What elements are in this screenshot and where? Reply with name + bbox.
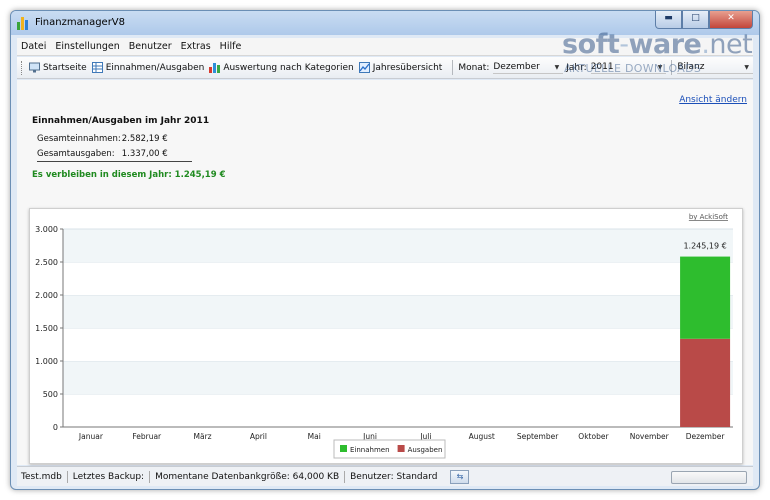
month-select[interactable]: Dezember ▼ xyxy=(493,61,564,74)
menu-einstellungen[interactable]: Einstellungen xyxy=(55,41,119,52)
x-tick-label: März xyxy=(194,432,212,441)
maximize-button[interactable]: □ xyxy=(682,11,709,29)
x-tick-label: Mai xyxy=(308,432,321,441)
income-value: 2.582,19 € xyxy=(121,134,168,144)
window-title: FinanzmanagerV8 xyxy=(35,17,126,28)
bar-einnahmen xyxy=(680,256,731,339)
remaining-balance: Es verbleiben in diesem Jahr: 1.245,19 € xyxy=(32,170,226,180)
balance-chart: 3.000 2.500 2.000 1.500 1.000 500 0 Januar Febru… xyxy=(35,213,733,459)
x-tick-label: Februar xyxy=(132,432,162,441)
chart-credit: by AckiSoft xyxy=(689,213,728,221)
y-tick-label: 3.000 xyxy=(35,225,58,234)
chevron-down-icon: ▼ xyxy=(554,63,560,71)
category-evaluation-button[interactable]: Auswertung nach Kategorien xyxy=(209,62,354,73)
legend-swatch xyxy=(340,445,347,452)
app-window: FinanzmanagerV8 ▬ □ ✕ Datei Einstellunge… xyxy=(10,10,760,490)
x-tick-label: August xyxy=(469,432,495,441)
toolbar-grip[interactable] xyxy=(21,60,24,75)
summary-title: Einnahmen/Ausgaben im Jahr 2011 xyxy=(32,116,210,126)
grid-band xyxy=(63,295,733,328)
month-label: Monat: xyxy=(458,62,490,73)
line-chart-icon xyxy=(358,62,370,73)
chevron-down-icon: ▼ xyxy=(744,63,749,71)
close-button[interactable]: ✕ xyxy=(709,11,753,29)
status-backup: Letztes Backup: xyxy=(68,470,151,483)
year-overview-button[interactable]: Jahresübersicht xyxy=(358,62,443,73)
expense-row: Gesamtausgaben: 1.337,00 € xyxy=(37,149,168,159)
minimize-button[interactable]: ▬ xyxy=(655,11,682,29)
y-tick-label: 2.500 xyxy=(35,258,58,267)
grid-band xyxy=(63,394,733,427)
y-tick-label: 500 xyxy=(43,390,58,399)
status-progress-bar xyxy=(671,471,747,484)
menu-datei[interactable]: Datei xyxy=(21,41,46,52)
month-select-value: Dezember xyxy=(493,62,540,72)
grid-band xyxy=(63,229,733,262)
data-label: 1.245,19 € xyxy=(683,242,726,251)
menu-extras[interactable]: Extras xyxy=(181,41,211,52)
main-content: Ansicht ändern Einnahmen/Ausgaben im Jah… xyxy=(17,80,753,465)
x-tick-label: Oktober xyxy=(578,432,609,441)
status-bar: Test.mdb Letztes Backup: Momentane Daten… xyxy=(17,466,753,486)
x-tick-label: April xyxy=(250,432,267,441)
y-tick-label: 1.000 xyxy=(35,357,58,366)
grid-band xyxy=(63,361,733,394)
expense-label: Gesamtausgaben: xyxy=(37,149,115,159)
menu-benutzer[interactable]: Benutzer xyxy=(129,41,172,52)
monitor-icon xyxy=(28,62,40,73)
legend-label: Einnahmen xyxy=(350,446,390,454)
menu-hilfe[interactable]: Hilfe xyxy=(220,41,242,52)
x-tick-label: Januar xyxy=(78,432,104,441)
year-overview-label: Jahresübersicht xyxy=(372,62,443,73)
income-label: Gesamteinnahmen: xyxy=(37,134,121,144)
table-icon xyxy=(91,62,103,73)
start-button[interactable]: Startseite xyxy=(28,62,87,73)
status-file: Test.mdb xyxy=(21,470,68,483)
grid-band xyxy=(63,328,733,361)
y-tick-label: 0 xyxy=(53,423,58,432)
expense-value: 1.337,00 € xyxy=(121,149,168,159)
y-tick-label: 1.500 xyxy=(35,324,58,333)
status-db-size: Momentane Datenbankgröße: 64,000 KB xyxy=(150,470,346,483)
status-user: Benutzer: Standard xyxy=(350,471,438,482)
watermark-logo: soft-ware.net AKTUELLE DOWNLOADS xyxy=(562,29,753,75)
income-expense-button[interactable]: Einnahmen/Ausgaben xyxy=(91,62,205,73)
income-row: Gesamteinnahmen: 2.582,19 € xyxy=(37,134,168,144)
x-tick-label: September xyxy=(517,432,559,441)
chart-panel: 3.000 2.500 2.000 1.500 1.000 500 0 Januar Febru… xyxy=(29,208,743,464)
legend-label: Ausgaben xyxy=(408,446,443,454)
user-switch-button[interactable]: ⇆ xyxy=(450,469,470,484)
grid-band xyxy=(63,262,733,295)
app-icon xyxy=(17,17,29,30)
x-tick-label: Dezember xyxy=(686,432,726,441)
start-label: Startseite xyxy=(42,62,87,73)
summary-divider xyxy=(37,161,192,162)
change-view-link[interactable]: Ansicht ändern xyxy=(679,95,747,105)
y-tick-label: 2.000 xyxy=(35,291,58,300)
income-expense-label: Einnahmen/Ausgaben xyxy=(105,62,205,73)
legend-swatch xyxy=(397,445,405,452)
x-tick-label: November xyxy=(630,432,670,441)
bar-ausgaben xyxy=(680,338,731,427)
bar-chart-icon xyxy=(209,62,221,73)
category-evaluation-label: Auswertung nach Kategorien xyxy=(223,62,354,73)
